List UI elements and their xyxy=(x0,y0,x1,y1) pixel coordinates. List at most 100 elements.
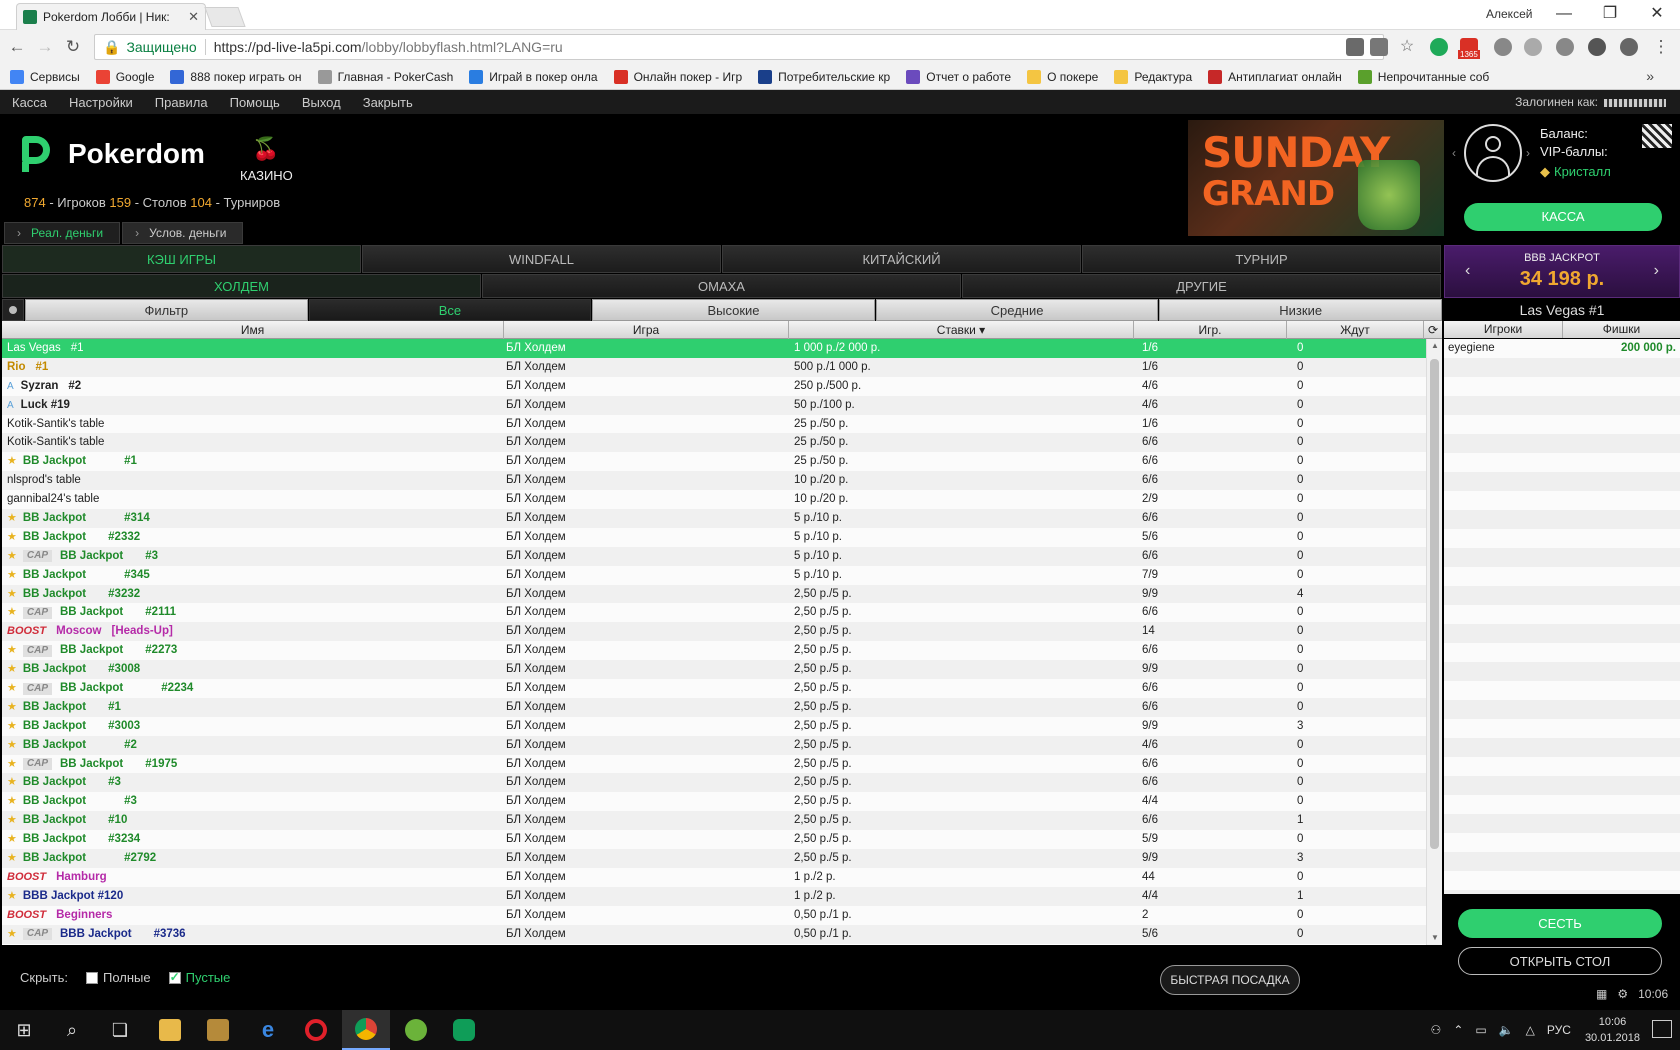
table-row[interactable]: ★ CAP BB Jackpot #2273 БЛ Холдем 2,50 р./5 р.… xyxy=(2,641,1426,661)
network-icon[interactable]: ▭ xyxy=(1475,1023,1486,1037)
new-tab-button[interactable] xyxy=(204,7,246,27)
col-players[interactable]: Игр. xyxy=(1134,321,1287,339)
hangouts-icon[interactable] xyxy=(440,1010,488,1050)
restore-icon[interactable]: ❐ xyxy=(1598,3,1622,25)
extension-icon-5[interactable] xyxy=(1588,38,1606,56)
bookmark-item[interactable]: Главная - PokerCash xyxy=(317,69,453,84)
pokerdom-logo[interactable]: Pokerdom xyxy=(22,136,205,172)
table-row[interactable]: Rio #1 БЛ Холдем 500 р./1 000 р. 1/6 0 xyxy=(2,357,1426,377)
table-row[interactable]: ★ CAP BB Jackpot #2111 БЛ Холдем 2,50 р./5 р.… xyxy=(2,603,1426,623)
menu-kassa[interactable]: Касса xyxy=(12,95,47,110)
calendar-icon[interactable]: ▦ xyxy=(1596,987,1607,1001)
more-bookmarks-icon[interactable]: » xyxy=(1646,68,1654,84)
table-row[interactable]: ★ BBB Jackpot #120 БЛ Холдем 1 р./2 р. 4/4 1 xyxy=(2,886,1426,906)
table-row[interactable]: ★ CAP BBB Jackpot #3736 БЛ Холдем 0,50 р./1 р… xyxy=(2,924,1426,944)
bookmark-item[interactable]: Онлайн покер - Игр xyxy=(613,69,742,84)
back-icon[interactable]: ← xyxy=(6,36,28,58)
browser-tab[interactable]: Pokerdom Лобби | Ник: ✕ xyxy=(16,3,206,30)
table-row[interactable]: ★ BB Jackpot #3 БЛ Холдем 2,50 р./5 р. 4/4 0 xyxy=(2,792,1426,812)
hide-full-checkbox[interactable] xyxy=(86,971,98,984)
menu-close[interactable]: Закрыть xyxy=(363,95,413,110)
menu-settings[interactable]: Настройки xyxy=(69,95,133,110)
people-icon[interactable]: ⚇ xyxy=(1431,1023,1442,1037)
extension-icon-2[interactable] xyxy=(1494,38,1512,56)
address-bar[interactable]: 🔒 Защищено https://pd-live-la5pi.com/lob… xyxy=(94,34,1384,60)
table-row[interactable]: A Syzran #2 БЛ Холдем 250 р./500 р. 4/6 0 xyxy=(2,376,1426,396)
chrome-browser-icon[interactable] xyxy=(342,1010,390,1050)
table-row[interactable]: ★ BB Jackpot #1 БЛ Холдем 2,50 р./5 р. 6/6 0 xyxy=(2,697,1426,717)
edge-browser-icon[interactable]: e xyxy=(244,1010,292,1050)
hide-full-label[interactable]: Полные xyxy=(103,970,151,985)
menu-help[interactable]: Помощь xyxy=(230,95,280,110)
system-clock[interactable]: 10:06 30.01.2018 xyxy=(1585,1014,1640,1046)
bookmark-star-icon[interactable]: ☆ xyxy=(1398,38,1416,56)
extension-icon-4[interactable] xyxy=(1556,38,1574,56)
table-row[interactable]: Kotik-Santik's table БЛ Холдем 25 р./50 р.… xyxy=(2,433,1426,453)
table-row[interactable]: ★ BB Jackpot #1 БЛ Холдем 25 р./50 р. 6/6 0 xyxy=(2,452,1426,472)
file-explorer-icon[interactable] xyxy=(146,1010,194,1050)
filter-dot-button[interactable] xyxy=(2,299,24,321)
tab-omaha[interactable]: ОМАХА xyxy=(482,274,961,298)
language-indicator[interactable]: РУС xyxy=(1547,1023,1571,1037)
col-waiting[interactable]: Ждут xyxy=(1287,321,1424,339)
search-icon[interactable]: ⌕ xyxy=(48,1010,96,1050)
bookmark-item[interactable]: Отчет о работе xyxy=(906,69,1011,84)
table-row[interactable]: ★ BB Jackpot #2 БЛ Холдем 2,50 р./5 р. 4/6 0 xyxy=(2,735,1426,755)
table-row[interactable]: ★ BB Jackpot #314 БЛ Холдем 5 р./10 р. 6/6 0 xyxy=(2,509,1426,528)
filter-high[interactable]: Высокие xyxy=(592,299,875,321)
media-player-icon[interactable] xyxy=(194,1010,242,1050)
table-row[interactable]: ★ CAP BB Jackpot #2234 БЛ Холдем 2,50 р./5 р.… xyxy=(2,679,1426,698)
hide-empty-label[interactable]: Пустые xyxy=(186,970,231,985)
notifications-icon[interactable] xyxy=(1652,1020,1672,1038)
bookmark-item[interactable]: Редактура xyxy=(1114,69,1192,84)
table-row[interactable]: ★ BB Jackpot #3008 БЛ Холдем 2,50 р./5 р. 9/9… xyxy=(2,660,1426,680)
tab-real-money[interactable]: › Реал. деньги xyxy=(4,222,121,244)
scroll-up-icon[interactable]: ▲ xyxy=(1427,339,1443,353)
table-row[interactable]: ★ BB Jackpot #2332 БЛ Холдем 5 р./10 р. 5/6 0 xyxy=(2,527,1426,547)
bookmark-item[interactable]: 888 покер играть он xyxy=(170,69,302,84)
close-window-icon[interactable]: ✕ xyxy=(1645,3,1669,25)
menu-rules[interactable]: Правила xyxy=(155,95,208,110)
google-drive-icon[interactable]: △ xyxy=(1526,1023,1535,1037)
table-row[interactable]: gannibal24's table БЛ Холдем 10 р./20 р. 2/… xyxy=(2,490,1426,510)
filter-button[interactable]: Фильтр xyxy=(25,299,308,321)
hide-empty-checkbox[interactable] xyxy=(168,970,181,984)
utorrent-icon[interactable] xyxy=(392,1010,440,1050)
filter-low[interactable]: Низкие xyxy=(1159,299,1442,321)
volume-icon[interactable]: 🔈 xyxy=(1499,1023,1514,1037)
minimize-icon[interactable]: — xyxy=(1552,3,1576,25)
tab-play-money[interactable]: › Услов. деньги xyxy=(122,222,244,244)
tab-windfall[interactable]: WINDFALL xyxy=(362,245,721,273)
table-row[interactable]: ★ BB Jackpot #2792 БЛ Холдем 2,50 р./5 р. 9/9… xyxy=(2,849,1426,868)
refresh-icon[interactable]: ⟳ xyxy=(1424,321,1442,339)
table-row[interactable]: ★ BB Jackpot #345 БЛ Холдем 5 р./10 р. 7/9 0 xyxy=(2,565,1426,585)
reload-icon[interactable]: ↻ xyxy=(62,36,84,58)
table-row[interactable]: ★ BB Jackpot #10 БЛ Холдем 2,50 р./5 р. 6/6 1 xyxy=(2,811,1426,831)
extension-green-icon[interactable] xyxy=(1430,38,1448,56)
table-row[interactable]: ★ BB Jackpot #3234 БЛ Холдем 2,50 р./5 р. 5/9… xyxy=(2,830,1426,850)
settings-gear-icon[interactable]: ⚙ xyxy=(1617,987,1628,1001)
table-row[interactable]: BOOST Beginners БЛ Холдем 0,50 р./1 р. 2 0 xyxy=(2,905,1426,925)
window-user[interactable]: Алексей xyxy=(1486,7,1532,21)
show-hidden-icon[interactable]: ⌃ xyxy=(1453,1023,1463,1037)
col-game[interactable]: Игра xyxy=(504,321,789,339)
scroll-down-icon[interactable]: ▼ xyxy=(1427,931,1443,945)
table-row[interactable]: ★ BB Jackpot #3003 БЛ Холдем 2,50 р./5 р. 9/9… xyxy=(2,716,1426,736)
tab-holdem[interactable]: ХОЛДЕМ xyxy=(2,274,481,298)
player-row[interactable]: eyegiene 200 000 р. xyxy=(1444,339,1680,358)
table-row[interactable]: ★ BB Jackpot #3232 БЛ Холдем 2,50 р./5 р. 9/9… xyxy=(2,584,1426,604)
table-row[interactable]: Las Vegas #1 БЛ Холдем 1 000 р./2 000 р. 1/6… xyxy=(2,339,1426,358)
bookmark-item[interactable]: Google xyxy=(95,69,154,84)
bookmark-item[interactable]: О покере xyxy=(1027,69,1098,84)
extension-icon-3[interactable] xyxy=(1524,38,1542,56)
extension-icon[interactable] xyxy=(1346,38,1364,56)
menu-exit[interactable]: Выход xyxy=(302,95,341,110)
kassa-button[interactable]: КАССА xyxy=(1464,203,1662,231)
browser-menu-icon[interactable]: ⋮ xyxy=(1650,36,1672,58)
filter-all[interactable]: Все xyxy=(308,299,592,321)
bookmark-item[interactable]: Непрочитанные соб xyxy=(1357,69,1489,84)
table-row[interactable]: BOOST Moscow [Heads-Up] БЛ Холдем 2,50 р./5 … xyxy=(2,622,1426,642)
chevron-right-icon[interactable]: › xyxy=(1654,262,1659,280)
qr-icon[interactable] xyxy=(1642,124,1672,148)
avatar[interactable] xyxy=(1464,124,1522,182)
